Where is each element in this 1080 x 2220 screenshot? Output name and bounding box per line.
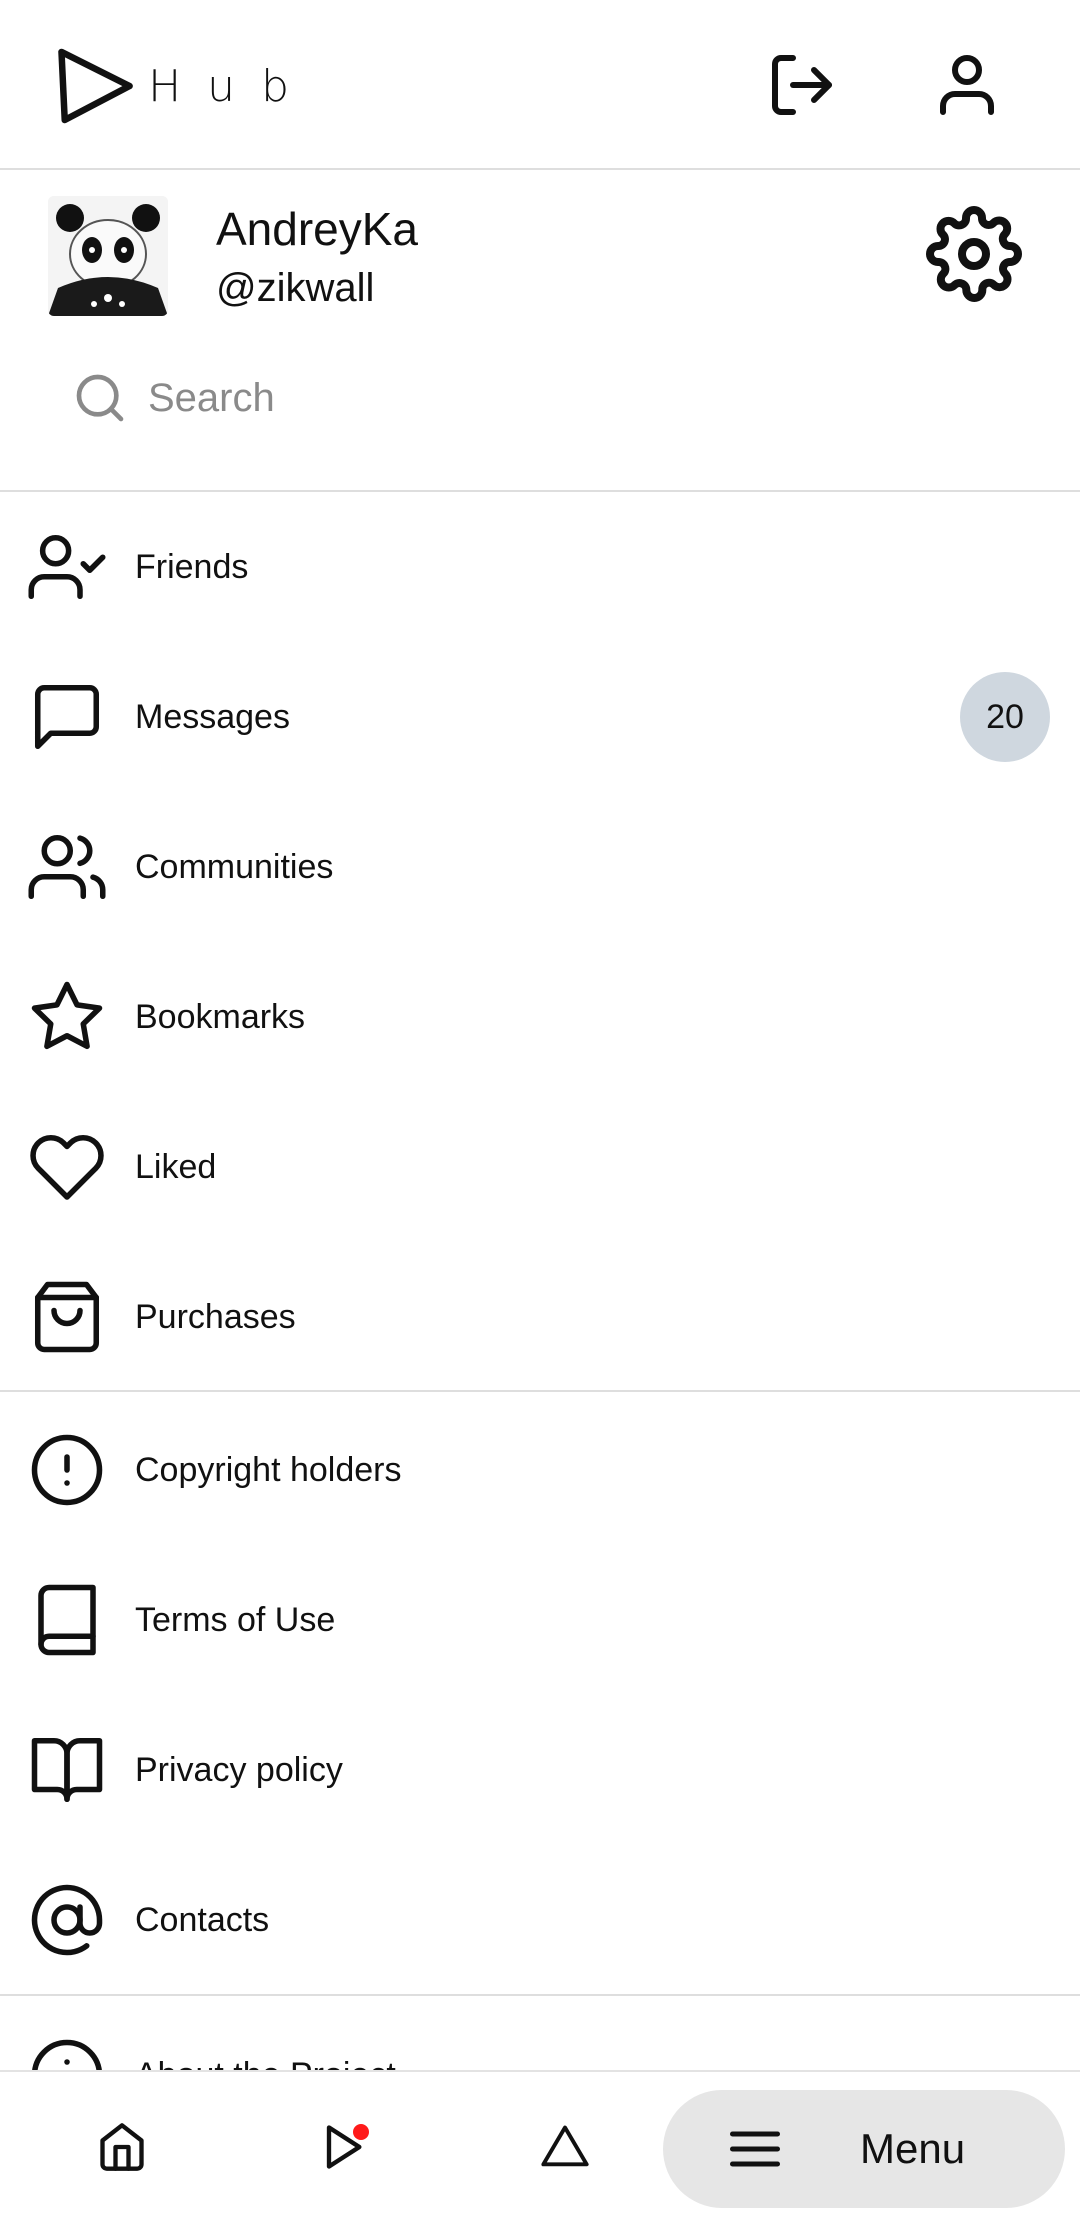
menu-item-contacts[interactable]: Contacts [0, 1845, 1080, 1995]
nav-home[interactable] [77, 2102, 167, 2192]
search-bar[interactable] [40, 350, 1040, 446]
menu-item-messages[interactable]: Messages 20 [0, 642, 1080, 792]
menu-item-label: Messages [135, 697, 290, 736]
menu-item-label: Contacts [135, 1900, 270, 1939]
heart-icon [28, 1128, 106, 1206]
triangle-icon [541, 2125, 589, 2167]
menu-item-liked[interactable]: Liked [0, 1092, 1080, 1242]
home-icon [100, 2123, 144, 2171]
menu-divider [0, 1390, 1080, 1392]
shopping-bag-icon [28, 1278, 106, 1356]
star-icon [28, 978, 106, 1056]
book-open-icon [28, 1731, 106, 1809]
book-icon [28, 1581, 106, 1659]
profile-section: AndreyKa @zikwall [0, 172, 1080, 492]
avatar[interactable] [48, 196, 168, 316]
notification-dot [353, 2124, 369, 2140]
bottom-navigation: Menu [0, 2070, 1080, 2220]
nav-videos[interactable] [297, 2102, 387, 2192]
menu-item-label: Friends [135, 547, 249, 586]
menu-divider [0, 1994, 1080, 1996]
secondary-menu: Copyright holders Terms of Use Privacy p… [0, 1395, 1080, 1995]
user-name: AndreyKa [216, 203, 419, 255]
user-check-icon [28, 528, 106, 606]
app-screen: Hub AndreyKa @zikwall Search Friends Mes… [0, 0, 1080, 2220]
menu-button[interactable]: Menu [663, 2090, 1065, 2208]
at-sign-icon [28, 1881, 106, 1959]
unread-messages-badge: 20 [960, 672, 1050, 762]
logout-icon [772, 55, 832, 115]
play-logo-icon [58, 48, 133, 124]
search-icon [76, 374, 124, 422]
menu-item-label: Communities [135, 847, 334, 886]
user-icon [940, 55, 994, 115]
hub-logo[interactable]: Hub [55, 36, 315, 136]
menu-item-label: Terms of Use [135, 1600, 336, 1639]
top-bar: Hub [0, 0, 1080, 170]
users-icon [28, 828, 106, 906]
search-input[interactable] [148, 358, 948, 438]
nav-explore[interactable] [520, 2102, 610, 2192]
hamburger-icon [730, 2131, 780, 2167]
alert-circle-icon [28, 1431, 106, 1509]
menu-item-purchases[interactable]: Purchases [0, 1242, 1080, 1392]
account-button[interactable] [927, 45, 1007, 125]
menu-item-communities[interactable]: Communities [0, 792, 1080, 942]
logout-button[interactable] [762, 45, 842, 125]
settings-button[interactable] [922, 202, 1026, 306]
menu-item-label: Liked [135, 1147, 217, 1186]
menu-item-label: Bookmarks [135, 997, 306, 1036]
menu-item-copyright-holders[interactable]: Copyright holders [0, 1395, 1080, 1545]
menu-item-label: Privacy policy [135, 1750, 343, 1789]
menu-button-label: Menu [860, 2125, 966, 2172]
menu-item-friends[interactable]: Friends [0, 492, 1080, 642]
gear-icon [926, 206, 1022, 302]
menu-item-privacy-policy[interactable]: Privacy policy [0, 1695, 1080, 1845]
user-handle: @zikwall [216, 266, 375, 310]
menu-item-label: Copyright holders [135, 1450, 402, 1489]
menu-item-label: Purchases [135, 1297, 296, 1336]
primary-menu: Friends Messages 20 Communities Bookmark… [0, 492, 1080, 1392]
menu-item-terms-of-use[interactable]: Terms of Use [0, 1545, 1080, 1695]
logo-text: Hub [148, 60, 315, 112]
message-square-icon [28, 678, 106, 756]
menu-item-bookmarks[interactable]: Bookmarks [0, 942, 1080, 1092]
panda-avatar-image [48, 196, 168, 316]
